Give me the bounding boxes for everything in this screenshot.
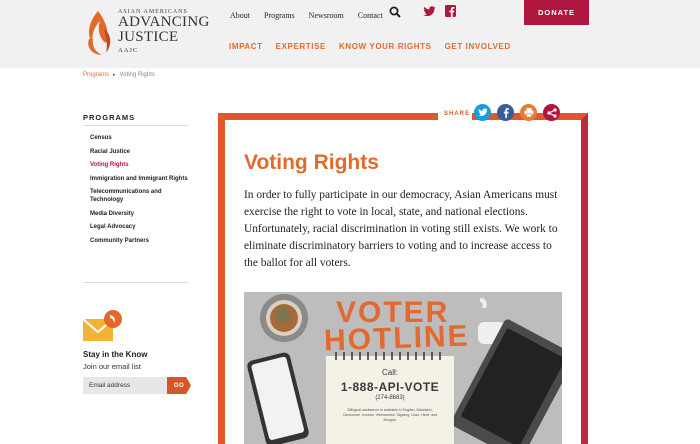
notepad-spiral [335, 352, 441, 360]
hotline-number: 1-888-API-VOTE [340, 380, 440, 394]
site-header: ASIAN AMERICANS ADVANCING JUSTICE AAJC A… [0, 0, 700, 68]
sidebar-divider [83, 282, 188, 283]
sidebar-item-media-diversity[interactable]: Media Diversity [90, 210, 190, 218]
page-title: Voting Rights [244, 151, 379, 174]
logo-line2: JUSTICE [118, 29, 179, 45]
search-icon[interactable] [389, 6, 401, 18]
breadcrumb-programs[interactable]: Programs [83, 72, 109, 78]
nav-get-involved[interactable]: GET INVOLVED [445, 42, 511, 51]
envelope-icon [83, 310, 122, 341]
intro-paragraph: In order to fully participate in our dem… [244, 189, 558, 269]
sidebar-item-telecommunications[interactable]: Telecommunications and Technology [90, 188, 190, 204]
donate-button[interactable]: DONATE [524, 0, 589, 25]
utility-nav: About Programs Newsroom Contact [216, 0, 383, 30]
sidebar-title: PROGRAMS [83, 113, 136, 122]
sidebar-item-racial-justice[interactable]: Racial Justice [90, 148, 190, 156]
nav-expertise[interactable]: EXPERTISE [276, 42, 326, 51]
twitter-icon[interactable] [423, 6, 436, 17]
nav-impact[interactable]: IMPACT [229, 42, 263, 51]
go-button[interactable]: GO [167, 377, 191, 394]
share-facebook-icon[interactable] [497, 104, 514, 121]
share-print-icon[interactable] [520, 104, 537, 121]
hotline-notepad: Call: 1-888-API-VOTE (274-8683) Bilingua… [326, 352, 454, 444]
flame-logo-icon [88, 11, 111, 55]
sidebar-item-legal-advocacy[interactable]: Legal Advocacy [90, 223, 190, 231]
logo-line1: ADVANCING [118, 14, 210, 30]
hotline-digits: (274-8683) [375, 395, 405, 401]
breadcrumb: Programs ▸ Voting Rights [83, 72, 155, 78]
sidebar-list: Census Racial Justice Voting Rights Immi… [90, 134, 190, 250]
newsletter-title: Stay in the Know [83, 350, 148, 359]
newsletter-subtitle: Join our email list [83, 362, 141, 371]
nav-know-your-rights[interactable]: KNOW YOUR RIGHTS [339, 42, 432, 51]
sidebar-item-immigration[interactable]: Immigration and Immigrant Rights [90, 175, 190, 183]
facebook-icon[interactable] [445, 5, 456, 17]
main-nav: IMPACT EXPERTISE KNOW YOUR RIGHTS GET IN… [216, 42, 511, 51]
share-twitter-icon[interactable] [474, 104, 491, 121]
sidebar-item-census[interactable]: Census [90, 134, 190, 142]
share-label: SHARE [444, 111, 471, 117]
voter-hotline-image: VOTER HOTLINE Call: 1-888-API-VOTE (274-… [244, 292, 562, 444]
share-share-icon[interactable] [543, 104, 560, 121]
breadcrumb-separator-icon: ▸ [113, 72, 116, 78]
logo-wordmark: ASIAN AMERICANS ADVANCING JUSTICE AAJC [118, 9, 210, 54]
sidebar-divider [83, 125, 188, 126]
nav-programs[interactable]: Programs [264, 11, 295, 20]
logo-aajc: AAJC [118, 47, 139, 54]
hotline-blurb: Bilingual assistance is available in Eng… [342, 408, 438, 422]
logo[interactable]: ASIAN AMERICANS ADVANCING JUSTICE AAJC [0, 0, 216, 68]
breadcrumb-current: Voting Rights [119, 72, 155, 78]
hotline-call: Call: [381, 368, 398, 377]
sidebar-item-community-partners[interactable]: Community Partners [90, 237, 190, 245]
share-buttons [474, 104, 566, 121]
nav-about[interactable]: About [230, 11, 250, 20]
email-field[interactable] [83, 377, 167, 394]
nav-newsroom[interactable]: Newsroom [309, 11, 344, 20]
sidebar-item-voting-rights[interactable]: Voting Rights [90, 161, 190, 169]
nav-contact[interactable]: Contact [358, 11, 383, 20]
